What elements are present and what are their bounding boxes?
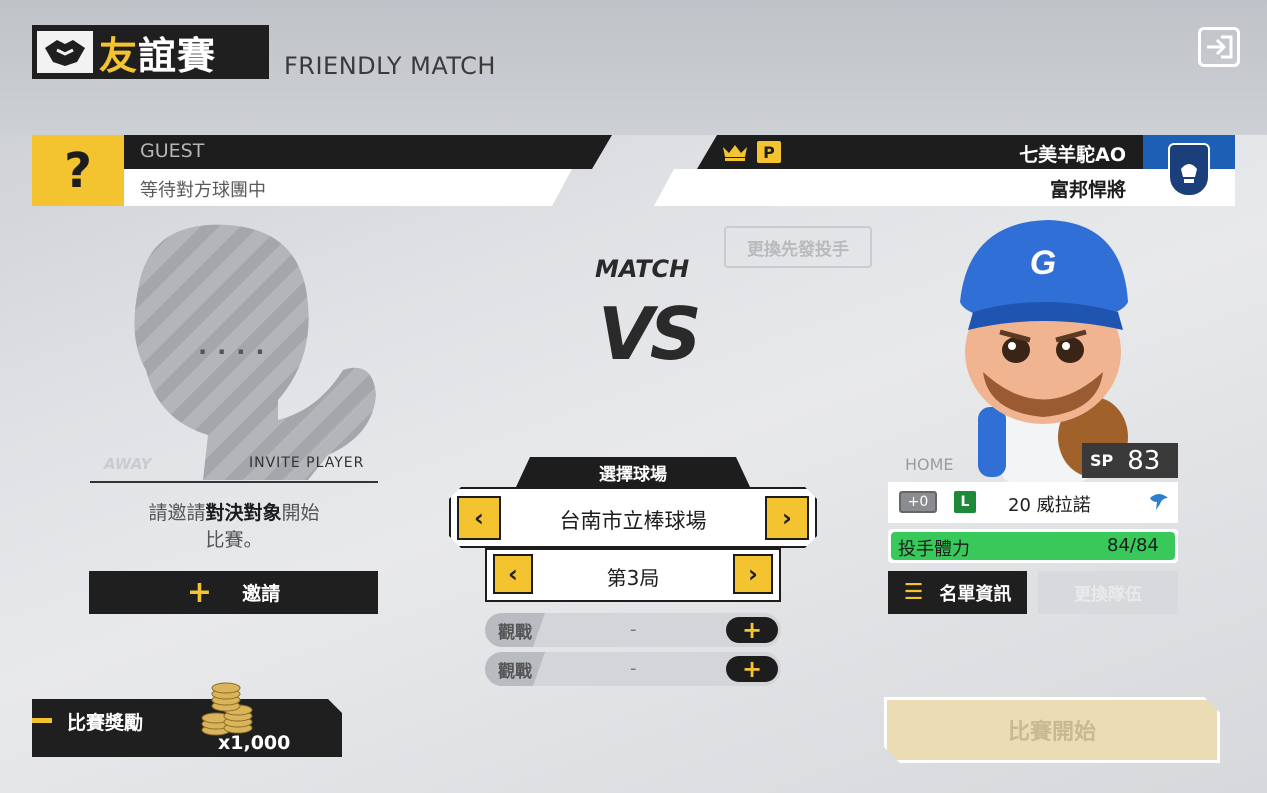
premium-badge: P xyxy=(757,141,781,163)
crown-icon xyxy=(722,142,748,166)
stamina-label: 投手體力 xyxy=(898,539,970,560)
handedness-badge: L xyxy=(954,491,976,513)
inning-prev-button[interactable]: ‹ xyxy=(493,554,533,594)
home-team-name: 富邦悍將 xyxy=(1049,179,1126,201)
pitch-type-icon xyxy=(1148,490,1170,517)
spectator-value: - xyxy=(630,658,637,679)
start-match-button[interactable]: 比賽開始 xyxy=(884,697,1220,763)
invite-button-label: 邀請 xyxy=(242,583,281,605)
match-label: MATCH xyxy=(595,255,690,283)
svg-text:G: G xyxy=(1030,244,1056,282)
away-label: AWAY xyxy=(104,455,152,473)
pitcher-name: 20 威拉諾 xyxy=(1008,495,1091,516)
boost-badge: +0 xyxy=(899,491,937,513)
divider xyxy=(90,481,378,483)
pitcher-rating: SP 83 xyxy=(1082,443,1178,478)
invite-player-label: INVITE PLAYER xyxy=(249,455,365,471)
handshake-icon xyxy=(37,31,93,73)
stadium-prev-button[interactable]: ‹ xyxy=(457,496,501,540)
exit-icon[interactable] xyxy=(1198,27,1240,67)
title-first: 友 xyxy=(99,33,139,78)
swap-team-button[interactable]: 更換隊伍 xyxy=(1038,571,1178,614)
title-rest: 誼賽 xyxy=(138,33,217,78)
chevron-right-icon: › xyxy=(782,504,792,532)
stadium-name: 台南市立棒球場 xyxy=(559,509,707,533)
chevron-left-icon: ‹ xyxy=(474,504,484,532)
mode-subtitle: FRIENDLY MATCH xyxy=(284,52,496,80)
mode-title: 友誼賽 xyxy=(32,25,269,79)
position-tag: SP xyxy=(1090,451,1114,470)
stadium-header: 選擇球場 xyxy=(516,457,750,487)
vs-label: VS xyxy=(598,292,702,376)
coins-icon xyxy=(198,678,260,738)
question-mark-icon: ? xyxy=(64,143,92,199)
overall-rating: 83 xyxy=(1127,445,1161,476)
stamina-value: 84/84 xyxy=(1107,535,1159,556)
reward-count: x1,000 xyxy=(218,732,291,754)
add-spectator-button[interactable]: + xyxy=(726,655,778,683)
invite-button[interactable]: + 邀請 xyxy=(89,571,378,614)
team-logo-icon xyxy=(1168,143,1210,197)
stadium-next-button[interactable]: › xyxy=(765,496,809,540)
spectator-tag: 觀戰 xyxy=(485,613,545,647)
roster-label: 名單資訊 xyxy=(939,583,1012,605)
menu-icon: ☰ xyxy=(903,580,924,605)
spectator-value: - xyxy=(630,619,637,640)
plus-icon: + xyxy=(186,575,213,610)
inning-next-button[interactable]: › xyxy=(733,554,773,594)
collapse-icon xyxy=(32,718,52,723)
guest-label: GUEST xyxy=(140,140,205,162)
chevron-right-icon: › xyxy=(748,560,758,588)
home-player-name: 七美羊駝AO xyxy=(1019,144,1126,166)
home-label: HOME xyxy=(905,455,954,474)
reward-label: 比賽獎勵 xyxy=(67,712,144,734)
guest-status: 等待對方球團中 xyxy=(140,180,266,201)
change-starter-button[interactable]: 更換先發投手 xyxy=(724,226,872,268)
roster-info-button[interactable]: ☰ 名單資訊 xyxy=(888,571,1027,614)
waiting-dots: .... xyxy=(198,332,275,360)
invite-message: 請邀請對決對象開始 比賽。 xyxy=(148,502,320,551)
add-spectator-button[interactable]: + xyxy=(726,616,778,644)
chevron-left-icon: ‹ xyxy=(508,560,518,588)
spectator-tag: 觀戰 xyxy=(485,652,545,686)
